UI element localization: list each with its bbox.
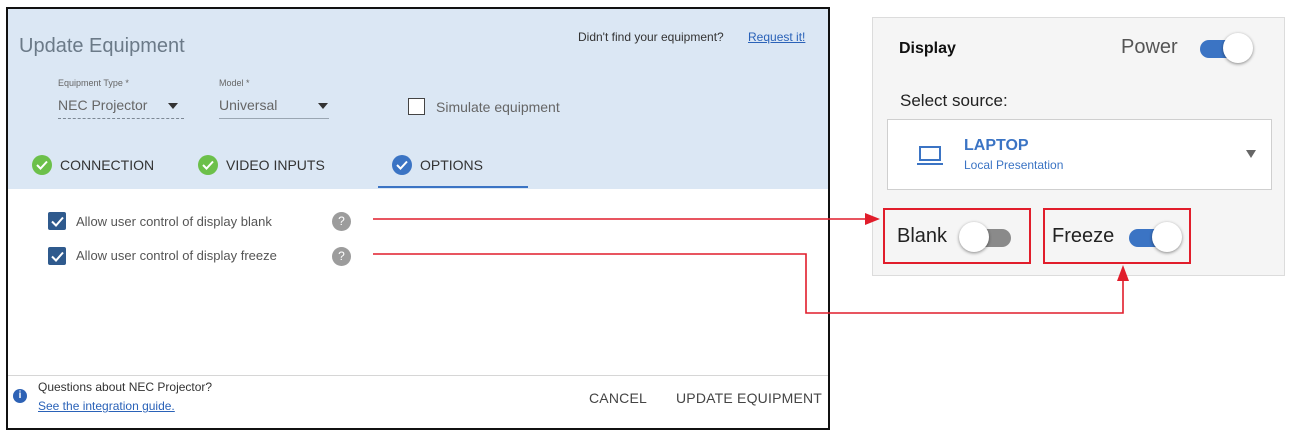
arrow-head-icon	[1117, 265, 1129, 281]
freeze-arrow-line	[373, 253, 1124, 314]
arrow-head-icon	[865, 213, 880, 225]
annotation-arrows	[373, 213, 1129, 314]
